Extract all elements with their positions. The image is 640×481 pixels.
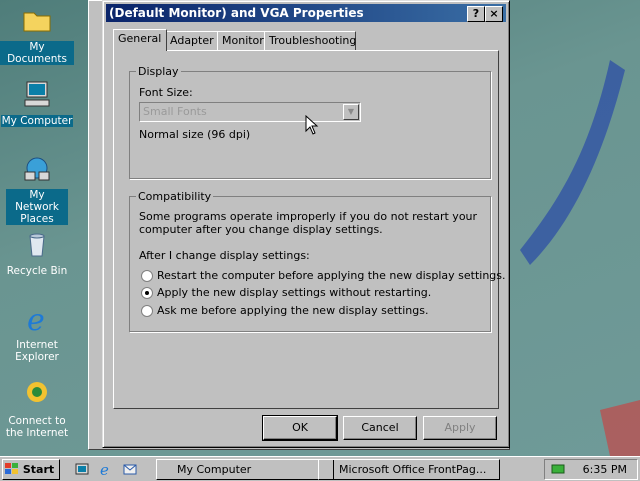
- svg-text:e: e: [27, 303, 45, 334]
- show-desktop-icon[interactable]: [74, 461, 90, 477]
- apply-button[interactable]: Apply: [423, 416, 497, 440]
- dpi-text: Normal size (96 dpi): [139, 128, 251, 141]
- radio-restart-label[interactable]: Restart the computer before applying the…: [157, 269, 506, 282]
- start-label: Start: [22, 463, 55, 476]
- internet-explorer-icon: e: [27, 303, 45, 338]
- outlook-express-icon[interactable]: [122, 461, 138, 477]
- desktop-icon-my-computer[interactable]: My Computer: [0, 78, 74, 127]
- display-group-title: Display: [136, 65, 181, 78]
- tab-adapter[interactable]: Adapter: [165, 31, 219, 50]
- desktop-icon-label: My Network Places: [6, 189, 68, 225]
- ok-button[interactable]: OK: [262, 415, 338, 441]
- start-button[interactable]: Start: [2, 459, 60, 480]
- desktop-icon-label: Connect to the Internet: [5, 415, 69, 439]
- desktop-icon-label: Internet Explorer: [15, 339, 59, 363]
- network-icon: [24, 157, 50, 181]
- windows-logo-icon: [5, 463, 18, 474]
- tab-general[interactable]: General: [113, 29, 167, 51]
- desktop-icon-my-documents[interactable]: My Documents: [0, 4, 74, 65]
- compatibility-description-1: Some programs operate improperly if you …: [139, 210, 478, 223]
- help-button[interactable]: ?: [467, 6, 485, 22]
- desktop-icon-recycle-bin[interactable]: Recycle Bin: [0, 228, 74, 277]
- task-frontpage[interactable]: Microsoft Office FrontPag...: [318, 459, 500, 480]
- internet-explorer-icon[interactable]: e: [98, 461, 114, 477]
- close-button[interactable]: ×: [485, 6, 503, 22]
- desktop-icon-internet-explorer[interactable]: e Internet Explorer: [0, 302, 74, 363]
- radio-restart[interactable]: [141, 270, 153, 282]
- dialog-title: (Default Monitor) and VGA Properties: [109, 6, 364, 20]
- font-size-label: Font Size:: [139, 86, 193, 99]
- desktop-icon-my-network-places[interactable]: My Network Places: [0, 152, 74, 225]
- clock: 6:35 PM: [582, 463, 627, 476]
- tab-troubleshooting[interactable]: Troubleshooting: [264, 31, 356, 50]
- desktop-icon-label: My Documents: [0, 41, 74, 65]
- svg-text:e: e: [100, 461, 109, 477]
- radio-apply-without-restart[interactable]: [141, 287, 153, 299]
- tray-icon[interactable]: [551, 462, 565, 476]
- compatibility-description-2: computer after you change display settin…: [139, 223, 383, 236]
- radio-ask-label[interactable]: Ask me before applying the new display s…: [157, 304, 428, 317]
- desktop-icon-label: Recycle Bin: [6, 265, 68, 277]
- general-tab-panel: Display Font Size: Small Fonts ▼ Normal …: [113, 50, 506, 409]
- font-size-value: Small Fonts: [143, 105, 207, 118]
- desktop-icon-connect-internet[interactable]: Connect to the Internet: [0, 378, 74, 439]
- task-my-computer[interactable]: My Computer: [156, 459, 334, 480]
- desktop-icon-label: My Computer: [0, 115, 74, 127]
- task-label: My Computer: [177, 463, 252, 476]
- radio-ask-me[interactable]: [141, 305, 153, 317]
- system-tray: 6:35 PM: [544, 459, 638, 480]
- compatibility-group: Compatibility Some programs operate impr…: [129, 190, 506, 332]
- compatibility-group-title: Compatibility: [136, 190, 214, 203]
- cancel-button[interactable]: Cancel: [343, 416, 417, 440]
- mouse-cursor-icon: [305, 115, 319, 135]
- folder-icon: [23, 12, 51, 32]
- taskbar: Start e My Computer Microsoft Office Fro…: [0, 456, 640, 481]
- radio-apply-label[interactable]: Apply the new display settings without r…: [157, 286, 431, 299]
- connect-icon: [27, 382, 47, 402]
- computer-icon: [24, 81, 50, 107]
- after-change-label: After I change display settings:: [139, 249, 310, 262]
- font-size-dropdown[interactable]: Small Fonts ▼: [139, 102, 361, 122]
- tab-monitor[interactable]: Monitor: [217, 31, 270, 50]
- display-properties-dialog: (Default Monitor) and VGA Properties ? ×…: [102, 0, 510, 448]
- chevron-down-icon[interactable]: ▼: [343, 104, 359, 120]
- recycle-bin-icon: [29, 233, 45, 257]
- task-label: Microsoft Office FrontPag...: [339, 463, 487, 476]
- dialog-title-bar[interactable]: (Default Monitor) and VGA Properties ? ×: [106, 4, 506, 22]
